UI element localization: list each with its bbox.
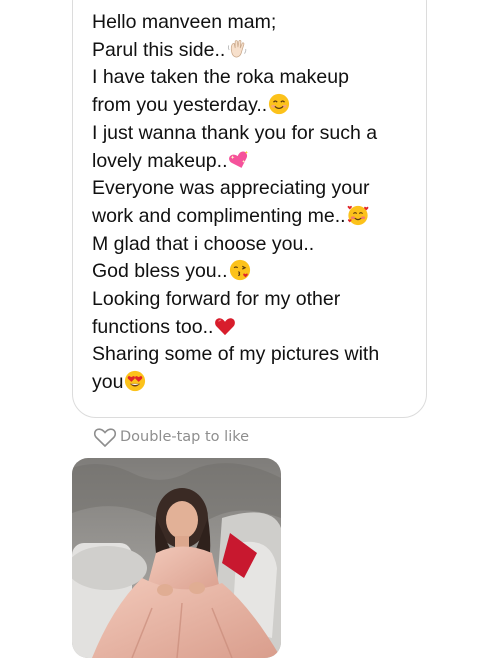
- message-line: lovely makeup..: [92, 148, 410, 176]
- message-line: work and complimenting me..: [92, 203, 410, 231]
- message-line: Sharing some of my pictures with: [92, 343, 380, 366]
- face-blowing-kiss-icon: [229, 260, 250, 281]
- message-line: M glad that i choose you..: [92, 232, 315, 255]
- heart-outline-icon[interactable]: [93, 426, 117, 448]
- message-line: Parul this side..: [92, 37, 410, 65]
- message-line: Everyone was appreciating your: [92, 177, 370, 200]
- message-line: I have taken the roka makeup: [92, 66, 349, 89]
- message-line: functions too..: [92, 314, 410, 342]
- double-tap-like-hint[interactable]: Double-tap to like: [93, 425, 249, 449]
- sparkling-heart-icon: [229, 150, 249, 168]
- message-line: I just wanna thank you for such a: [92, 121, 378, 144]
- message-line: God bless you..: [92, 258, 410, 286]
- message-line: Looking forward for my other: [92, 288, 341, 311]
- smiling-face-icon: [269, 94, 290, 115]
- message-bubble[interactable]: Hello manveen mam; Parul this side.. I h…: [72, 0, 427, 418]
- message-line: from you yesterday..: [92, 92, 410, 120]
- message-line: Hello manveen mam;: [92, 11, 277, 33]
- shared-photo-image: [72, 458, 281, 658]
- message-line: you: [92, 369, 410, 397]
- waving-hand-icon: [228, 39, 247, 58]
- double-tap-like-label: Double-tap to like: [120, 429, 250, 445]
- heart-eyes-icon: [125, 371, 146, 392]
- smiling-face-with-hearts-icon: [347, 205, 368, 226]
- shared-photo[interactable]: [72, 458, 281, 658]
- red-heart-icon: [215, 318, 236, 335]
